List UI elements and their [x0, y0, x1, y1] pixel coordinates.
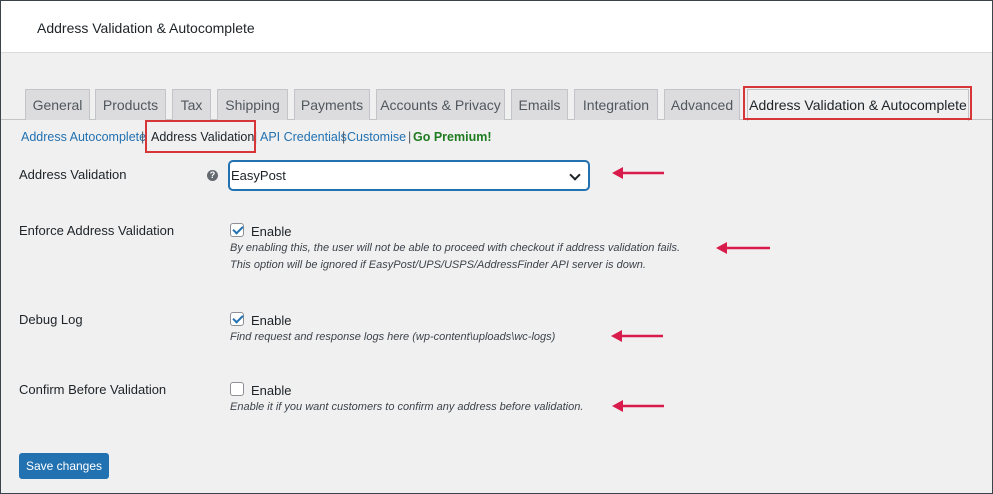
arrow-icon [612, 167, 664, 179]
help-icon[interactable]: ? [207, 170, 218, 181]
confirm-before-validation-enable-label: Enable [251, 383, 292, 398]
tab-advanced[interactable]: Advanced [664, 89, 740, 120]
arrow-icon [612, 400, 664, 412]
address-validation-select[interactable]: EasyPost [229, 161, 589, 190]
address-validation-label: Address Validation [19, 167, 127, 182]
enforce-validation-enable-label: Enable [251, 224, 292, 239]
debug-log-checkbox[interactable] [230, 312, 244, 326]
debug-log-description: Find request and response logs here (wp-… [230, 331, 556, 343]
tab-tax[interactable]: Tax [172, 89, 211, 120]
save-changes-button[interactable]: Save changes [19, 453, 109, 479]
arrow-icon [611, 330, 663, 342]
subnav-go-premium[interactable]: Go Premium! [413, 130, 492, 144]
tab-products[interactable]: Products [95, 89, 166, 120]
tab-payments[interactable]: Payments [294, 89, 370, 120]
tab-general[interactable]: General [25, 89, 90, 120]
tab-emails[interactable]: Emails [511, 89, 568, 120]
confirm-before-validation-checkbox[interactable] [230, 382, 244, 396]
subnav-address-autocomplete[interactable]: Address Autocomplete [21, 130, 146, 144]
enforce-validation-description-2: This option will be ignored if EasyPost/… [230, 259, 646, 271]
tab-accounts-privacy[interactable]: Accounts & Privacy [376, 89, 505, 120]
subnav-separator: | [408, 130, 412, 144]
confirm-before-validation-label: Confirm Before Validation [19, 382, 167, 397]
enforce-validation-label: Enforce Address Validation [19, 223, 175, 238]
tab-shipping[interactable]: Shipping [217, 89, 288, 120]
subnav-api-credentials[interactable]: API Credentials [260, 130, 347, 144]
settings-tabs: General Products Tax Shipping Payments A… [0, 87, 993, 121]
subnav-customise[interactable]: Customise [347, 130, 406, 144]
confirm-before-validation-description: Enable it if you want customers to confi… [230, 401, 584, 413]
chevron-down-icon [569, 169, 581, 181]
subnav-separator: | [254, 130, 258, 144]
tab-integration[interactable]: Integration [574, 89, 658, 120]
page-header: Address Validation & Autocomplete [1, 1, 992, 53]
select-value: EasyPost [231, 168, 286, 183]
arrow-icon [716, 242, 770, 254]
tab-address-validation-autocomplete[interactable]: Address Validation & Autocomplete [747, 89, 969, 121]
page-title: Address Validation & Autocomplete [37, 20, 255, 36]
enforce-validation-checkbox[interactable] [230, 223, 244, 237]
debug-log-label: Debug Log [19, 312, 83, 327]
debug-log-enable-label: Enable [251, 313, 292, 328]
subnav-separator: | [342, 130, 346, 144]
subnav-address-validation[interactable]: Address Validation [151, 130, 254, 144]
subnav-separator: | [141, 130, 145, 144]
enforce-validation-description-1: By enabling this, the user will not be a… [230, 242, 681, 254]
